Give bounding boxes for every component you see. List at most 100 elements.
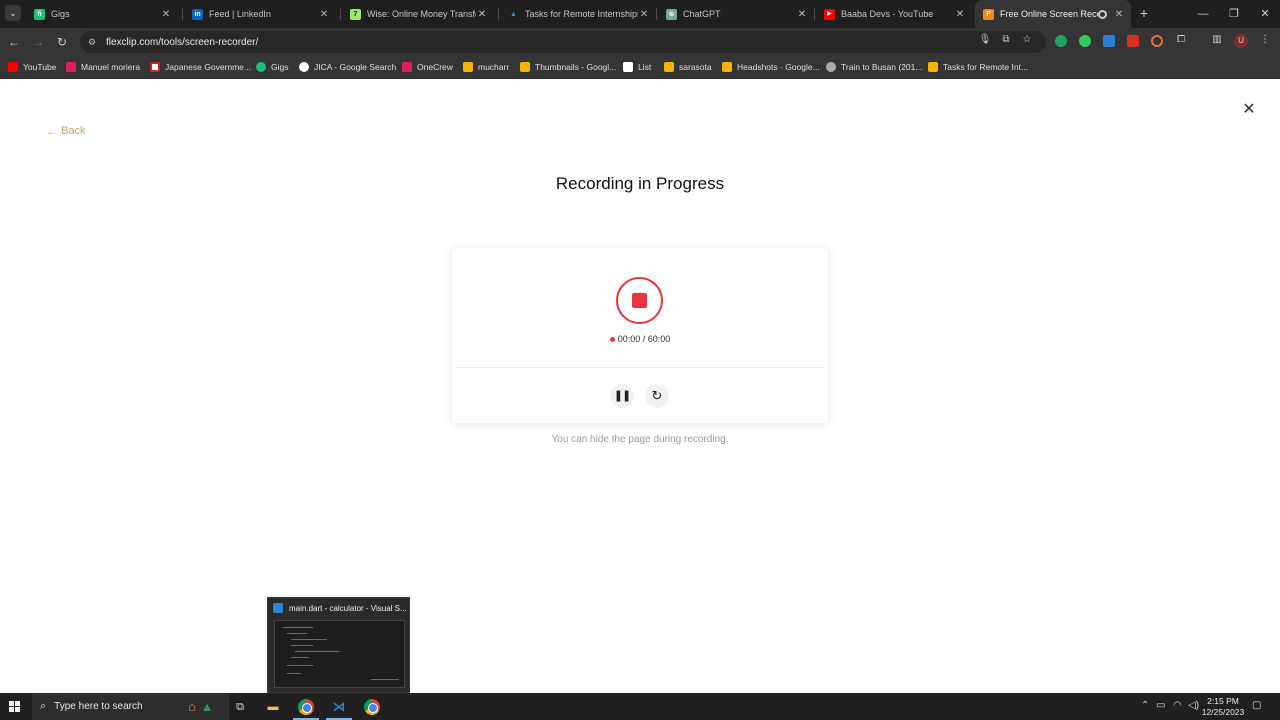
close-window-button[interactable]: ✕ (1249, 0, 1280, 28)
back-link[interactable]: ← Back (46, 124, 85, 138)
back-arrow-icon[interactable]: ← (6, 34, 22, 50)
extension-red-icon[interactable] (1127, 35, 1139, 47)
search-placeholder: Type here to search (54, 701, 143, 712)
close-tab-icon[interactable]: ✕ (476, 9, 488, 20)
tab-separator (814, 8, 815, 20)
system-clock[interactable]: 2:15 PM 12/25/2023 (1200, 696, 1246, 718)
bookmark-label: Tasks for Remote Int... (943, 62, 1029, 72)
youtube-icon: ▶ (824, 8, 835, 20)
extension-green-icon[interactable] (1079, 35, 1091, 47)
google-drive-icon (664, 62, 674, 72)
tab-youtube[interactable]: ▶ Baaba Devs - YouTube ✕ (816, 0, 972, 28)
bookmark-mucharr[interactable]: mucharr (463, 61, 509, 73)
vscode-taskbar-icon[interactable]: ⋊ (330, 698, 348, 716)
tab-tasks-remote[interactable]: ▲ Tasks for Remote Internships - ✕ (500, 0, 656, 28)
forward-arrow-icon[interactable]: → (30, 34, 46, 50)
new-tab-button[interactable]: + (1137, 5, 1151, 21)
code-line (287, 633, 307, 634)
bookmark-youtube[interactable]: YouTube (8, 61, 56, 73)
close-tab-icon[interactable]: ✕ (796, 9, 808, 20)
profile-avatar[interactable]: U (1234, 34, 1248, 48)
side-panel-icon[interactable]: ▥ (1210, 33, 1224, 47)
youtube-icon (8, 62, 18, 72)
bookmark-list[interactable]: List (623, 61, 651, 73)
chrome-taskbar-icon[interactable] (297, 698, 315, 716)
screen-share-icon[interactable]: ⧉ (999, 33, 1013, 47)
minimize-button[interactable]: — (1187, 0, 1219, 28)
linkedin-icon: in (192, 8, 203, 20)
close-tab-icon[interactable]: ✕ (318, 9, 330, 20)
url-text: flexclip.com/tools/screen-recorder/ (106, 36, 259, 48)
tab-label: Free Online Screen Recorde (1000, 9, 1098, 19)
close-recorder-icon[interactable]: ✕ (1241, 102, 1257, 118)
extension-shield-icon[interactable] (1103, 35, 1115, 47)
bookmark-train-to-busan[interactable]: Train to Busan (201... (826, 61, 922, 73)
flexclip-icon: F (983, 8, 994, 20)
bookmark-star-icon[interactable]: ☆ (1020, 33, 1034, 47)
extensions-puzzle-icon[interactable]: ⧠ (1174, 33, 1188, 47)
clock-time: 2:15 PM (1207, 696, 1239, 706)
preview-header: main.dart - calculator - Visual S... (273, 602, 407, 614)
pause-button[interactable]: ❚❚ (610, 384, 634, 408)
stop-recording-button[interactable] (616, 277, 663, 324)
close-tab-icon[interactable]: ✕ (638, 9, 650, 20)
bookmarks-bar: YouTube Manuel moriera Japanese Governme… (0, 55, 1280, 79)
show-hidden-icons-chevron[interactable]: ⌃ (1141, 700, 1149, 712)
recording-card: 00:00 / 60:00 ❚❚ ↻ (452, 248, 828, 423)
taskbar: ⌕ Type here to search ⌂ ▲ ⧉ ▬ ⋊ ⌃ ▭ ◠ ◁)… (0, 693, 1280, 720)
tab-search-chevron-icon[interactable]: ⌄ (5, 5, 21, 21)
page-content: ← Back ✕ Recording in Progress 00:00 / 6… (0, 80, 1280, 693)
bookmark-japanese-gov[interactable]: Japanese Governme... (150, 61, 251, 73)
mic-blocked-icon[interactable]: 🎙 (978, 33, 992, 47)
recording-timer: 00:00 / 60:00 (452, 334, 828, 344)
restore-button[interactable]: ❐ (1218, 0, 1250, 28)
volume-icon[interactable]: ◁) (1188, 700, 1199, 712)
restart-button[interactable]: ↻ (645, 384, 669, 408)
extension-grammarly-icon[interactable] (1055, 35, 1067, 47)
wifi-icon[interactable]: ◠ (1173, 700, 1182, 712)
bookmark-jica[interactable]: JICA - Google Search (299, 61, 396, 73)
more-menu-icon[interactable]: ⋮ (1258, 33, 1272, 47)
bookmark-thumbnails[interactable]: Thumbnails - Googl... (520, 61, 616, 73)
notifications-icon[interactable]: ▢ (1252, 700, 1261, 712)
windows-start-icon[interactable] (9, 701, 21, 713)
bookmark-sarasota[interactable]: sarasota (664, 61, 712, 73)
taskbar-window-preview[interactable]: main.dart - calculator - Visual S... (267, 597, 410, 693)
bookmark-tasks-remote[interactable]: Tasks for Remote Int... (928, 61, 1028, 73)
close-tab-icon[interactable]: ✕ (160, 9, 172, 20)
chrome-taskbar-icon-2[interactable] (363, 698, 381, 716)
slack-icon (402, 62, 412, 72)
file-explorer-icon[interactable]: ▬ (264, 698, 282, 716)
bookmark-label: List (638, 62, 652, 72)
battery-icon[interactable]: ▭ (1156, 700, 1165, 712)
site-info-icon[interactable]: ⚙ (88, 37, 98, 47)
task-view-icon[interactable]: ⧉ (231, 698, 249, 716)
bookmark-label: JICA - Google Search (314, 62, 397, 72)
tab-flexclip-recorder[interactable]: F Free Online Screen Recorde ✕ (975, 0, 1131, 28)
tree-icon[interactable]: ▲ (198, 698, 216, 716)
tab-chatgpt[interactable]: ⊛ ChatGPT ✕ (658, 0, 814, 28)
slack-icon (66, 62, 76, 72)
tab-gigs[interactable]: fi Gigs ✕ (26, 0, 178, 28)
tab-label: Wise: Online Money Transfers | (367, 9, 476, 19)
bookmark-label: Train to Busan (201... (841, 62, 923, 72)
google-drive-icon (722, 62, 732, 72)
bookmark-headshots[interactable]: Headshots - Google... (722, 61, 820, 73)
bookmark-manuel[interactable]: Manuel moriera (66, 61, 140, 73)
bookmark-onecrew[interactable]: OneCrew (402, 61, 453, 73)
bookmark-label: Gigs (271, 62, 289, 72)
tab-wise[interactable]: 7 Wise: Online Money Transfers | ✕ (342, 0, 494, 28)
bookmark-label: sarasota (679, 62, 712, 72)
google-drive-icon (520, 62, 530, 72)
fiverr-icon: fi (34, 8, 45, 20)
tab-linkedin[interactable]: in Feed | LinkedIn ✕ (184, 0, 336, 28)
extension-orange-icon[interactable] (1151, 35, 1163, 47)
address-bar[interactable]: ⚙ flexclip.com/tools/screen-recorder/ (80, 31, 1046, 53)
close-tab-icon[interactable]: ✕ (1113, 9, 1125, 20)
tab-separator (656, 8, 657, 20)
recording-indicator-icon (1098, 9, 1107, 19)
bookmark-gigs[interactable]: Gigs (256, 61, 288, 73)
reload-icon[interactable]: ↻ (54, 34, 70, 50)
close-tab-icon[interactable]: ✕ (954, 9, 966, 20)
bookmark-label: Manuel moriera (81, 62, 141, 72)
